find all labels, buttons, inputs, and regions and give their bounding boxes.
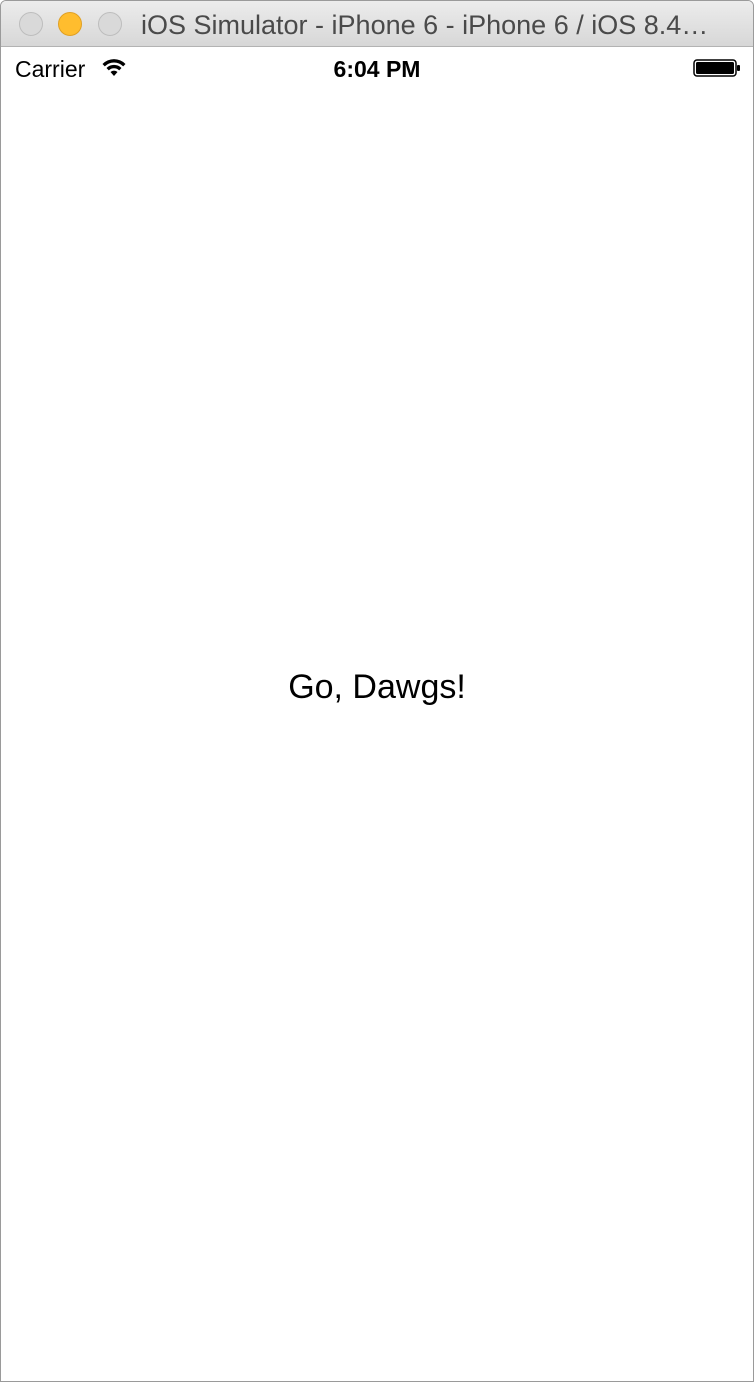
minimize-button[interactable]	[58, 12, 82, 36]
close-button[interactable]	[19, 12, 43, 36]
battery-icon	[693, 59, 740, 77]
zoom-button[interactable]	[98, 12, 122, 36]
title-bar[interactable]: iOS Simulator - iPhone 6 - iPhone 6 / iO…	[1, 1, 753, 47]
center-label: Go, Dawgs!	[288, 668, 466, 706]
status-bar: Carrier 6:04 PM	[1, 47, 753, 87]
simulator-window: iOS Simulator - iPhone 6 - iPhone 6 / iO…	[0, 0, 754, 1382]
window-title: iOS Simulator - iPhone 6 - iPhone 6 / iO…	[141, 10, 709, 40]
status-time: 6:04 PM	[333, 56, 421, 82]
device-screen[interactable]: Carrier 6:04 PM Go, Dawgs!	[1, 47, 753, 1381]
